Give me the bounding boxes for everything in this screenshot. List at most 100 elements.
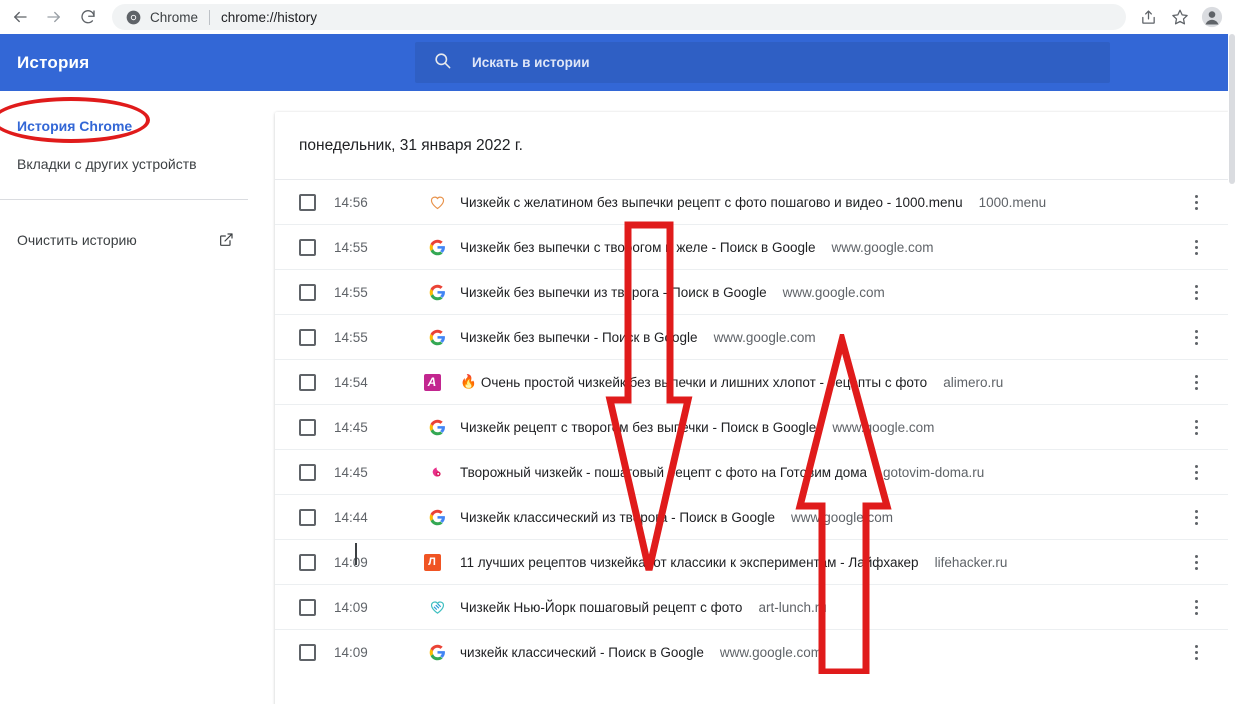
history-entry-title[interactable]: Очень простой чизкейк без выпечки и лишн… — [481, 375, 927, 390]
row-checkbox[interactable] — [299, 329, 316, 346]
history-list-card: понедельник, 31 января 2022 г. 14:56Чизк… — [275, 112, 1230, 704]
table-row[interactable]: 14:09Чизкейк Нью-Йорк пошаговый рецепт с… — [275, 585, 1230, 630]
history-entry-title[interactable]: Чизкейк с желатином без выпечки рецепт с… — [460, 195, 963, 210]
row-checkbox[interactable] — [299, 644, 316, 661]
sidebar-item-chrome-history[interactable]: История Chrome — [0, 107, 258, 145]
table-row[interactable]: 14:45 Творожный чизкейк - пошаговый рецеп… — [275, 450, 1230, 495]
search-input[interactable]: Искать в истории — [415, 42, 1110, 83]
row-checkbox[interactable] — [299, 509, 316, 526]
history-entry-title[interactable]: Чизкейк без выпечки из творога - Поиск в… — [460, 285, 767, 300]
more-vertical-icon[interactable] — [1186, 282, 1206, 302]
history-entry-title[interactable]: Чизкейк рецепт с творогом без выпечки - … — [460, 420, 816, 435]
site-favicon-icon — [428, 463, 446, 481]
history-entry-domain: www.google.com — [832, 420, 934, 435]
browser-toolbar: Chrome chrome://history — [0, 0, 1236, 34]
visit-time: 14:55 — [334, 240, 424, 255]
more-vertical-icon[interactable] — [1186, 417, 1206, 437]
table-row[interactable]: 14:09 Л 11 лучших рецептов чизкейка: от кл… — [275, 540, 1230, 585]
table-row[interactable]: 14:55 Чизкейк без выпечки из творога - По… — [275, 270, 1230, 315]
row-checkbox[interactable] — [299, 599, 316, 616]
visit-time: 14:45 — [334, 465, 424, 480]
table-row[interactable]: 14:55 Чизкейк без выпечки - Поиск в Googl… — [275, 315, 1230, 360]
history-app-header: История Искать в истории — [0, 34, 1228, 91]
site-favicon-icon — [428, 598, 446, 616]
history-entry-title[interactable]: Творожный чизкейк - пошаговый рецепт с ф… — [460, 465, 867, 480]
more-vertical-icon[interactable] — [1186, 462, 1206, 482]
row-checkbox[interactable] — [299, 194, 316, 211]
share-icon[interactable] — [1134, 3, 1162, 31]
site-favicon-icon — [428, 644, 446, 662]
history-entry-title[interactable]: 11 лучших рецептов чизкейка: от классики… — [460, 555, 919, 570]
reload-icon[interactable] — [74, 3, 102, 31]
more-vertical-icon[interactable] — [1186, 237, 1206, 257]
table-row[interactable]: 14:45Чизкейк рецепт с творогом без выпеч… — [275, 405, 1230, 450]
history-entry-domain: www.google.com — [714, 330, 816, 345]
history-entry-domain: art-lunch.ru — [758, 600, 826, 615]
clear-history-label: Очистить историю — [17, 232, 137, 248]
omnibox-app-label: Chrome — [150, 10, 198, 25]
history-page: Chrome chrome://history История Искать в… — [0, 0, 1236, 704]
toolbar-icons — [1130, 3, 1226, 31]
sidebar-item-other-devices[interactable]: Вкладки с других устройств — [0, 145, 258, 183]
profile-avatar-icon[interactable] — [1198, 3, 1226, 31]
more-vertical-icon[interactable] — [1186, 507, 1206, 527]
sidebar-divider — [0, 199, 248, 200]
history-rows: 14:56Чизкейк с желатином без выпечки рец… — [275, 180, 1230, 675]
row-checkbox[interactable] — [299, 464, 316, 481]
table-row[interactable]: 14:55 Чизкейк без выпечки с творогом и же… — [275, 225, 1230, 270]
sidebar-item-label: Вкладки с других устройств — [17, 156, 197, 172]
scrollbar-thumb[interactable] — [1229, 34, 1235, 184]
history-entry-title[interactable]: чизкейк классический - Поиск в Google — [460, 645, 704, 660]
visit-time: 14:55 — [334, 330, 424, 345]
row-checkbox[interactable] — [299, 554, 316, 571]
table-row[interactable]: 14:09 чизкейк классический - Поиск в Goog… — [275, 630, 1230, 675]
more-vertical-icon[interactable] — [1186, 643, 1206, 663]
more-vertical-icon[interactable] — [1186, 597, 1206, 617]
sidebar: История Chrome Вкладки с других устройст… — [0, 91, 258, 704]
search-placeholder: Искать в истории — [472, 55, 590, 70]
title-emoji: 🔥 — [460, 374, 477, 390]
table-row[interactable]: 14:54A🔥Очень простой чизкейк без выпечки… — [275, 360, 1230, 405]
more-vertical-icon[interactable] — [1186, 372, 1206, 392]
site-favicon-icon — [428, 238, 446, 256]
text-caret — [355, 543, 357, 565]
row-checkbox[interactable] — [299, 419, 316, 436]
history-entry-domain: www.google.com — [791, 510, 893, 525]
page-scrollbar[interactable] — [1228, 34, 1236, 704]
sidebar-item-clear-history[interactable]: Очистить историю — [0, 221, 258, 259]
forward-icon[interactable] — [40, 3, 68, 31]
visit-time: 14:09 — [334, 555, 424, 570]
omnibox[interactable]: Chrome chrome://history — [112, 4, 1126, 30]
site-favicon-icon — [428, 328, 446, 346]
history-entry-domain: alimero.ru — [943, 375, 1003, 390]
site-favicon-icon: A — [428, 373, 446, 391]
history-entry-title[interactable]: Чизкейк классический из творога - Поиск … — [460, 510, 775, 525]
more-vertical-icon[interactable] — [1186, 552, 1206, 572]
history-entry-title[interactable]: Чизкейк Нью-Йорк пошаговый рецепт с фото — [460, 600, 742, 615]
star-icon[interactable] — [1166, 3, 1194, 31]
omnibox-separator — [209, 10, 210, 25]
row-checkbox[interactable] — [299, 284, 316, 301]
back-icon[interactable] — [6, 3, 34, 31]
history-entry-domain: gotovim-doma.ru — [883, 465, 984, 480]
page-title: История — [17, 53, 89, 73]
history-entry-domain: www.google.com — [783, 285, 885, 300]
history-entry-title[interactable]: Чизкейк без выпечки - Поиск в Google — [460, 330, 698, 345]
site-favicon-icon: Л — [428, 553, 446, 571]
site-favicon-icon — [428, 418, 446, 436]
history-entry-domain: lifehacker.ru — [935, 555, 1008, 570]
table-row[interactable]: 14:44 Чизкейк классический из творога - П… — [275, 495, 1230, 540]
visit-time: 14:44 — [334, 510, 424, 525]
row-checkbox[interactable] — [299, 239, 316, 256]
more-vertical-icon[interactable] — [1186, 192, 1206, 212]
chrome-logo-icon — [126, 10, 141, 25]
row-checkbox[interactable] — [299, 374, 316, 391]
more-vertical-icon[interactable] — [1186, 327, 1206, 347]
visit-time: 14:09 — [334, 645, 424, 660]
history-entry-title[interactable]: Чизкейк без выпечки с творогом и желе - … — [460, 240, 815, 255]
sidebar-item-label: История Chrome — [17, 118, 132, 134]
omnibox-url: chrome://history — [221, 10, 317, 25]
table-row[interactable]: 14:56Чизкейк с желатином без выпечки рец… — [275, 180, 1230, 225]
visit-time: 14:55 — [334, 285, 424, 300]
history-entry-domain: 1000.menu — [979, 195, 1047, 210]
